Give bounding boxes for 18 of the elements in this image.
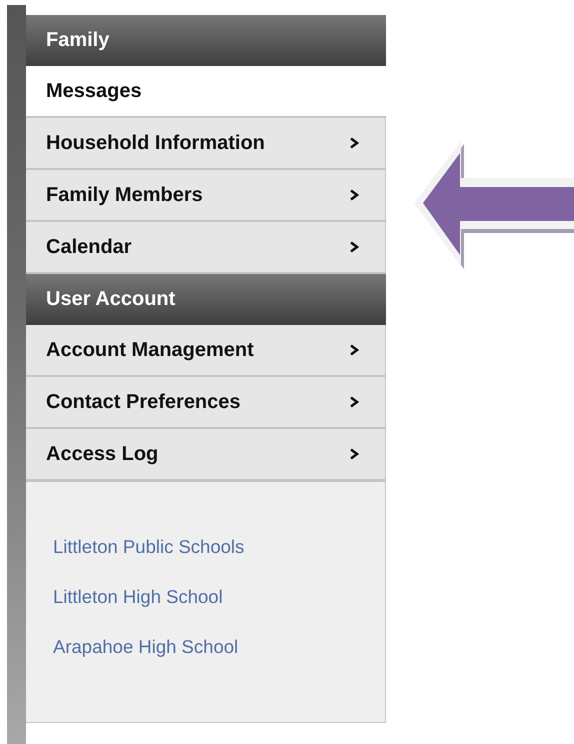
section-header: User Account bbox=[26, 274, 386, 325]
menu-item[interactable]: Account Management bbox=[26, 325, 386, 377]
school-link[interactable]: Littleton High School bbox=[53, 586, 223, 608]
left-arrow-icon bbox=[414, 141, 574, 271]
school-link[interactable]: Arapahoe High School bbox=[53, 636, 238, 658]
menu-item[interactable]: Contact Preferences bbox=[26, 377, 386, 429]
menu-item[interactable]: Family Members bbox=[26, 170, 386, 222]
section-header: Family bbox=[26, 15, 386, 66]
chevron-right-icon bbox=[349, 137, 359, 149]
menu-item[interactable]: Access Log bbox=[26, 429, 386, 481]
menu-item[interactable]: Calendar bbox=[26, 222, 386, 274]
menu-item[interactable]: Household Information bbox=[26, 118, 386, 170]
chevron-right-icon bbox=[349, 448, 359, 460]
chevron-right-icon bbox=[349, 189, 359, 201]
school-link[interactable]: Littleton Public Schools bbox=[53, 536, 244, 558]
chevron-right-icon bbox=[349, 396, 359, 408]
chevron-right-icon bbox=[349, 241, 359, 253]
chevron-right-icon bbox=[349, 344, 359, 356]
